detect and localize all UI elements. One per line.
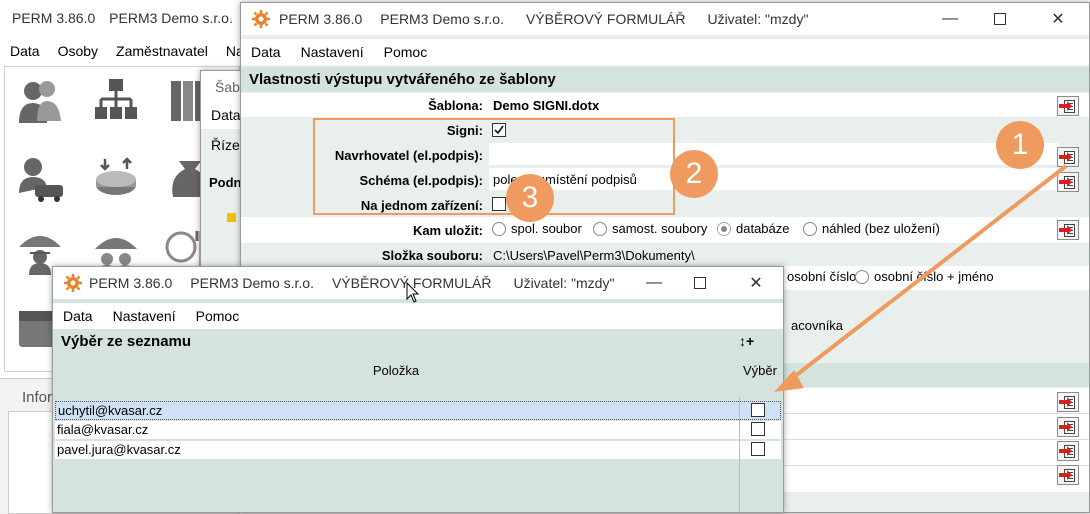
annotation-arrow <box>774 164 1068 392</box>
callout-2: 2 <box>670 150 718 198</box>
callout-3: 3 <box>506 174 554 222</box>
callout-1: 1 <box>996 121 1044 169</box>
